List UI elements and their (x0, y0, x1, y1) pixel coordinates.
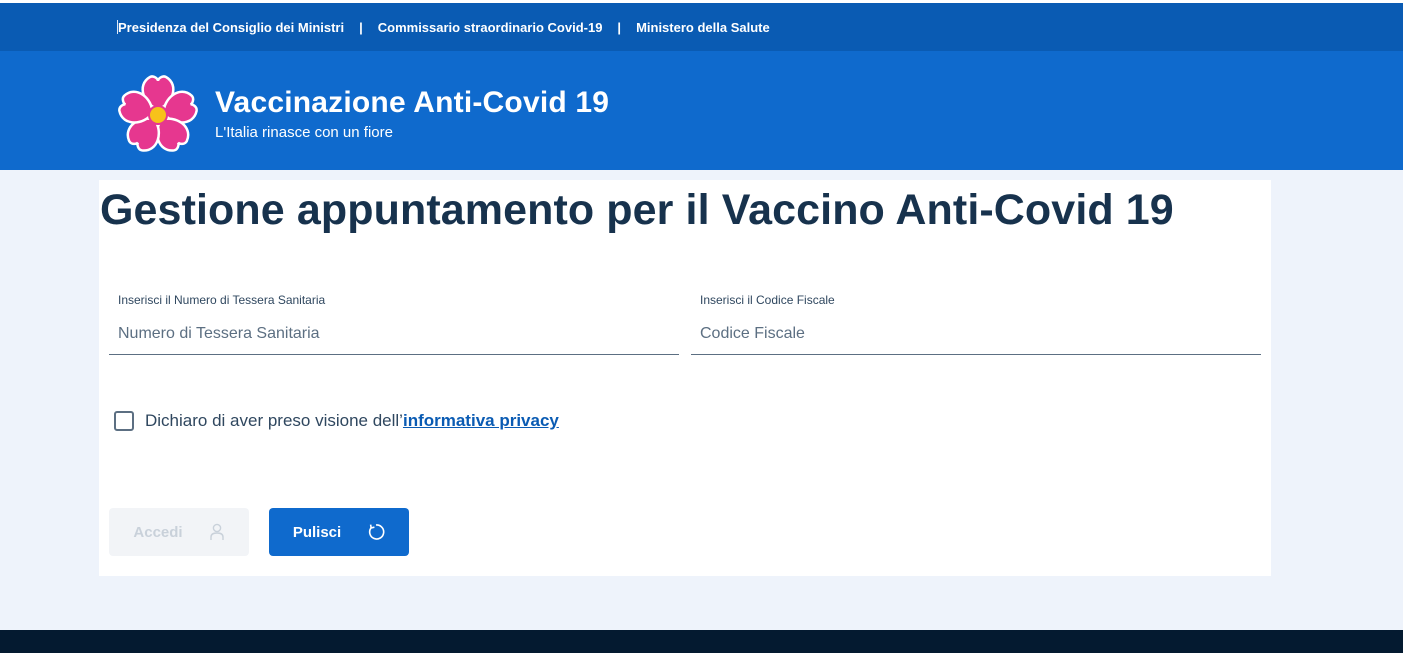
refresh-icon (367, 523, 385, 541)
topbar-separator: | (617, 19, 622, 35)
accedi-button-label: Accedi (133, 523, 183, 541)
site-subtitle: L'Italia rinasce con un fiore (215, 124, 393, 141)
pulisci-button-label: Pulisci (292, 523, 342, 541)
topbar-link-ministero[interactable]: Ministero della Salute (636, 20, 770, 35)
page-footer (0, 630, 1403, 653)
site-title[interactable]: Vaccinazione Anti-Covid 19 (215, 86, 609, 120)
institutional-topbar: Presidenza del Consiglio dei Ministri | … (0, 3, 1403, 51)
topbar-link-presidenza[interactable]: Presidenza del Consiglio dei Ministri (118, 20, 344, 35)
topbar-separator: | (359, 19, 363, 35)
page-title: Gestione appuntamento per il Vaccino Ant… (100, 186, 1174, 234)
accedi-button[interactable]: Accedi (109, 508, 249, 556)
pulisci-button[interactable]: Pulisci (269, 508, 409, 556)
codice-fiscale-input[interactable] (691, 313, 1261, 355)
privacy-policy-link[interactable]: informativa privacy (403, 411, 559, 430)
site-header (0, 51, 1403, 170)
privacy-consent-checkbox[interactable] (114, 411, 134, 431)
codice-fiscale-label: Inserisci il Codice Fiscale (700, 293, 835, 307)
tessera-sanitaria-label: Inserisci il Numero di Tessera Sanitaria (118, 293, 326, 307)
tessera-sanitaria-input[interactable] (109, 313, 679, 355)
privacy-consent-label: Dichiaro di aver preso visione dell’info… (145, 411, 559, 431)
primrose-flower-icon[interactable] (114, 71, 202, 159)
user-icon (209, 523, 225, 541)
privacy-consent-text: Dichiaro di aver preso visione dell’ (145, 411, 403, 430)
topbar-link-commissario[interactable]: Commissario straordinario Covid-19 (378, 20, 603, 35)
